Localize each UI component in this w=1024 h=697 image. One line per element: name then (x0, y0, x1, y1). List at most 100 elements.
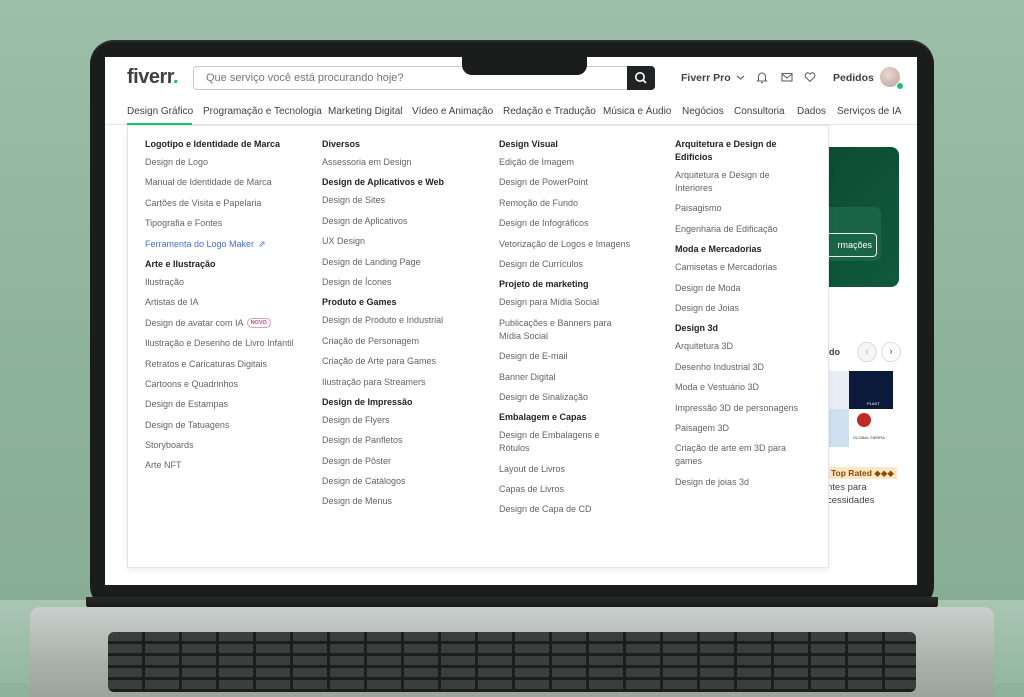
menu-link[interactable]: Criação de Arte para Games (322, 355, 487, 368)
orders-link[interactable]: Pedidos (833, 72, 874, 84)
category-design-grafico[interactable]: Design Gráfico (127, 106, 193, 117)
menu-link[interactable]: Ilustração e Desenho de Livro Infantil (145, 337, 310, 350)
menu-link[interactable]: Remoção de Fundo (499, 197, 664, 210)
menu-link[interactable]: Camisetas e Mercadorias (675, 261, 815, 274)
menu-link[interactable]: Paisagem 3D (675, 422, 815, 435)
menu-link[interactable]: Design de Catálogos (322, 475, 487, 488)
gig-description[interactable]: ntes para cessidades (827, 481, 901, 507)
menu-link[interactable]: Capas de Livros (499, 483, 664, 496)
menu-link[interactable]: Criação de arte em 3D para games (675, 442, 797, 468)
menu-link[interactable]: Design de avatar com IA NOVO (145, 317, 310, 330)
menu-link[interactable]: Tipografia e Fontes (145, 217, 310, 230)
category-consultoria[interactable]: Consultoria (734, 106, 785, 117)
menu-link[interactable]: Design de Sinalização (499, 391, 664, 404)
mail-icon[interactable] (780, 70, 794, 84)
menu-link[interactable]: Manual de Identidade de Marca (145, 176, 310, 189)
external-link-icon: ⇗ (258, 238, 266, 249)
menu-link[interactable]: Paisagismo (675, 202, 815, 215)
fiverr-logo[interactable]: fiverr. (127, 66, 179, 89)
new-badge: NOVO (246, 318, 271, 329)
menu-link[interactable]: Edição de Imagem (499, 156, 664, 169)
fiverr-pro-label: Fiverr Pro (681, 72, 731, 84)
gig-thumbnail[interactable]: PLAST GLOBAL SIERRA (827, 371, 893, 447)
menu-link[interactable]: Design de Landing Page (322, 256, 487, 269)
online-status-dot (896, 82, 904, 90)
menu-link[interactable]: Ilustração para Streamers (322, 376, 487, 389)
menu-link[interactable]: Design de Infográficos (499, 217, 664, 230)
fiverr-pro-dropdown[interactable]: Fiverr Pro (681, 72, 745, 84)
menu-link[interactable]: Criação de Personagem (322, 335, 487, 348)
menu-link[interactable]: Design de Pôster (322, 455, 487, 468)
menu-link[interactable]: Storyboards (145, 439, 310, 452)
menu-link[interactable]: Ilustração (145, 276, 310, 289)
category-video[interactable]: Vídeo e Animação (412, 106, 493, 117)
menu-link[interactable]: Artistas de IA (145, 296, 310, 309)
menu-link[interactable]: UX Design (322, 235, 487, 248)
menu-link[interactable]: Design para Mídia Social (499, 296, 664, 309)
menu-link[interactable]: Design de Menus (322, 495, 487, 508)
menu-link[interactable]: Design de joias 3d (675, 476, 815, 489)
menu-link[interactable]: Moda e Vestuário 3D (675, 381, 815, 394)
mega-menu: Logotipo e Identidade de Marca Design de… (127, 125, 829, 568)
menu-column-4: Arquitetura e Design de Edifícios Arquit… (675, 138, 815, 496)
menu-link[interactable]: Design de Capa de CD (499, 503, 664, 516)
laptop-keyboard (108, 632, 916, 692)
menu-link[interactable]: Layout de Livros (499, 463, 664, 476)
bell-icon[interactable] (755, 70, 769, 84)
browser-screen: fiverr. Fiverr Pro Pedidos Design Gráfic… (105, 57, 917, 585)
menu-link[interactable]: Design de Moda (675, 282, 815, 295)
menu-link[interactable]: Publicações e Banners para Mídia Social (499, 317, 627, 343)
category-redacao[interactable]: Redação e Tradução (503, 106, 596, 117)
search-button[interactable] (627, 66, 655, 90)
menu-link[interactable]: Design de Tatuagens (145, 419, 310, 432)
menu-link[interactable]: Arquitetura 3D (675, 340, 815, 353)
menu-link[interactable]: Design de Produto e Industrial (322, 314, 487, 327)
menu-link[interactable]: Retratos e Caricaturas Digitais (145, 358, 310, 371)
menu-link[interactable]: Impressão 3D de personagens (675, 402, 815, 415)
menu-link[interactable]: Engenharia de Edificação (675, 223, 815, 236)
menu-link[interactable]: Vetorização de Logos e Imagens (499, 238, 664, 251)
menu-link[interactable]: Desenho Industrial 3D (675, 361, 815, 374)
thumbnail-text: GLOBAL SIERRA (853, 435, 885, 440)
menu-link[interactable]: Design de Aplicativos (322, 215, 487, 228)
menu-link[interactable]: Arte NFT (145, 459, 310, 472)
chevron-down-icon (736, 75, 744, 80)
category-servicos-ia[interactable]: Serviços de IA (837, 106, 901, 117)
menu-section: Logotipo e Identidade de Marca Design de… (145, 138, 310, 251)
camera-notch (462, 57, 587, 75)
category-musica[interactable]: Música e Áudio (603, 106, 671, 117)
menu-section: Arte e Ilustração Ilustração Artistas de… (145, 258, 310, 473)
search-icon (635, 72, 647, 84)
menu-link[interactable]: Cartões de Visita e Papelaria (145, 197, 310, 210)
menu-link[interactable]: Design de Currículos (499, 258, 664, 271)
category-dados[interactable]: Dados (797, 106, 826, 117)
section-title: Design Visual (499, 139, 558, 149)
category-marketing[interactable]: Marketing Digital (328, 106, 402, 117)
menu-section: Moda e Mercadorias Camisetas e Mercadori… (675, 243, 815, 315)
menu-link[interactable]: Design de Flyers (322, 414, 487, 427)
menu-link[interactable]: Cartoons e Quadrinhos (145, 378, 310, 391)
menu-link[interactable]: Assessoria em Design (322, 156, 487, 169)
menu-link[interactable]: Design de Logo (145, 156, 310, 169)
section-title: Embalagem e Capas (499, 412, 587, 423)
heart-icon[interactable] (803, 70, 817, 84)
menu-link[interactable]: Design de Sites (322, 194, 487, 207)
menu-link[interactable]: Design de Estampas (145, 398, 310, 411)
menu-link[interactable]: Design de PowerPoint (499, 176, 664, 189)
carousel-next-button[interactable]: › (881, 342, 901, 362)
section-title: Design 3d (675, 323, 719, 334)
carousel-prev-button[interactable]: ‹ (857, 342, 877, 362)
section-title: Design de Impressão (322, 396, 413, 407)
menu-section: Embalagem e Capas Design de Embalagens e… (499, 411, 664, 516)
logo-maker-link[interactable]: Ferramenta do Logo Maker ⇗ (145, 238, 310, 251)
menu-link[interactable]: Design de Joias (675, 302, 815, 315)
category-negocios[interactable]: Negócios (682, 106, 724, 117)
menu-link[interactable]: Arquitetura e Design de Interiores (675, 169, 787, 195)
menu-link[interactable]: Banner Digital (499, 371, 664, 384)
menu-link[interactable]: Design de E-mail (499, 350, 664, 363)
menu-link[interactable]: Design de Ícones (322, 276, 487, 289)
category-programacao[interactable]: Programação e Tecnologia (203, 106, 322, 117)
menu-section: Design Visual Edição de Imagem Design de… (499, 138, 664, 271)
menu-link[interactable]: Design de Panfletos (322, 434, 487, 447)
menu-link[interactable]: Design de Embalagens e Rótulos (499, 429, 617, 455)
